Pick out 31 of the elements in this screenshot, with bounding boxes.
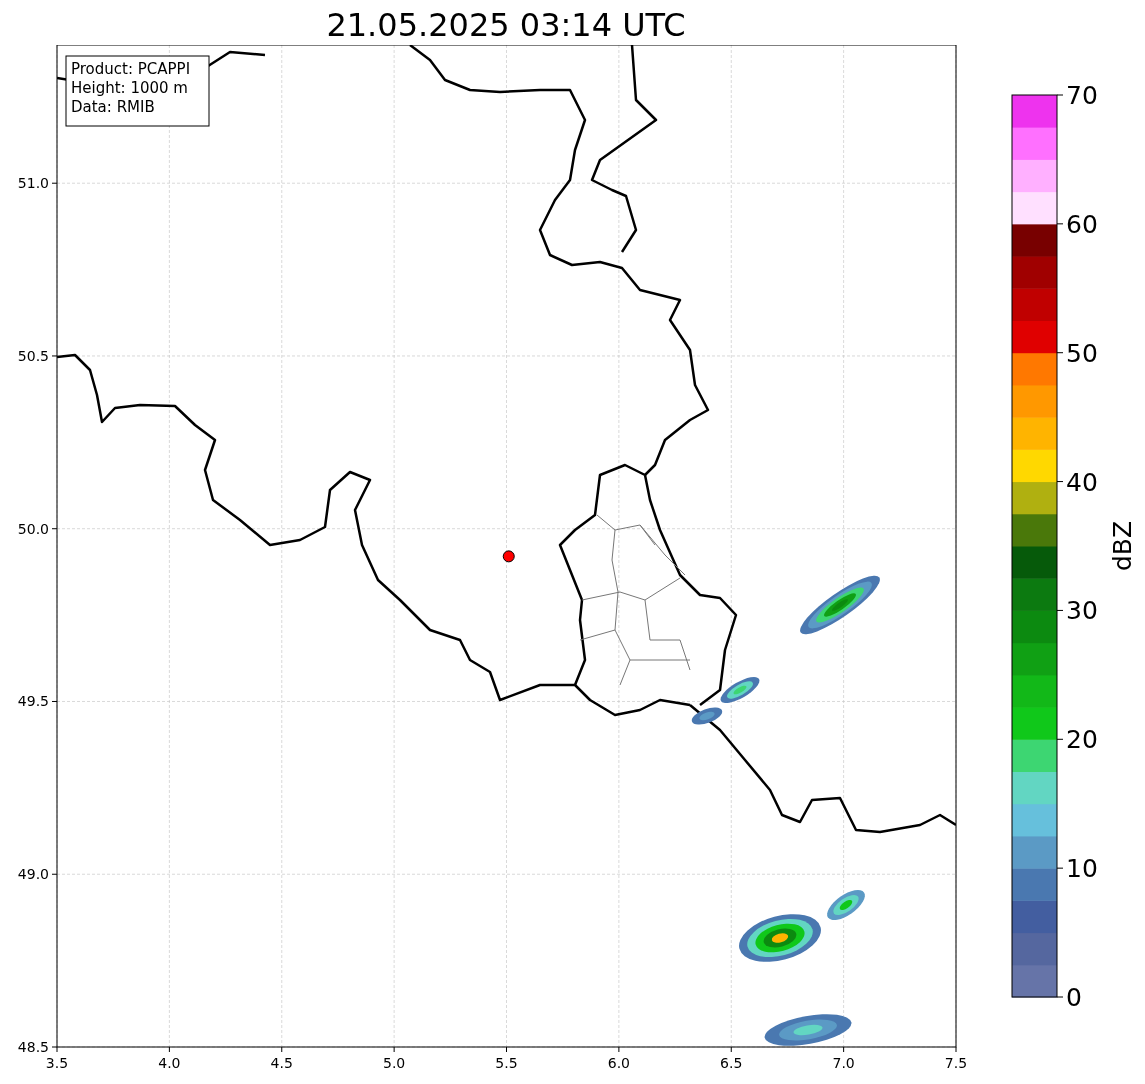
x-tick-label: 5.0	[383, 1055, 406, 1071]
color-scale-tick-label: 10	[1066, 854, 1098, 884]
y-tick-label: 50.0	[17, 520, 49, 537]
color-scale-label: dBZ	[1108, 520, 1137, 572]
plot-title: 21.05.2025 03:14 UTC	[326, 5, 686, 45]
color-scale-tick-label: 30	[1066, 596, 1098, 626]
x-tick-label: 7.5	[944, 1055, 968, 1071]
x-tick-label: 6.5	[720, 1055, 743, 1071]
color-scale-tick-label: 40	[1066, 467, 1098, 497]
x-tick-label: 4.5	[270, 1055, 293, 1071]
precipitation-echo	[691, 707, 723, 725]
y-tick-label: 49.0	[17, 866, 49, 883]
color-scale-tick-label: 60	[1066, 209, 1098, 239]
color-scale-tick-label: 70	[1066, 81, 1098, 110]
x-tick-label: 6.0	[607, 1055, 630, 1071]
info-text: Data: RMIB	[71, 98, 155, 116]
color-scale-tick-label: 20	[1066, 725, 1098, 755]
y-tick-label: 48.5	[17, 1039, 49, 1055]
x-tick-label: 4.0	[158, 1055, 181, 1071]
color-scale-tick-label: 50	[1066, 338, 1098, 368]
y-tick-label: 50.5	[17, 347, 49, 364]
x-tick-label: 3.5	[45, 1055, 69, 1071]
x-tick-label: 5.5	[495, 1055, 518, 1071]
info-text: Height: 1000 m	[71, 79, 188, 97]
color-scale-tick-label: 0	[1066, 983, 1082, 1012]
x-tick-label: 7.0	[832, 1055, 855, 1071]
precipitation-echo	[827, 890, 865, 920]
precipitation-echo	[720, 677, 760, 703]
y-tick-label: 51.0	[17, 175, 49, 192]
y-tick-label: 49.5	[17, 693, 49, 710]
info-text: Product: PCAPPI	[71, 60, 191, 78]
